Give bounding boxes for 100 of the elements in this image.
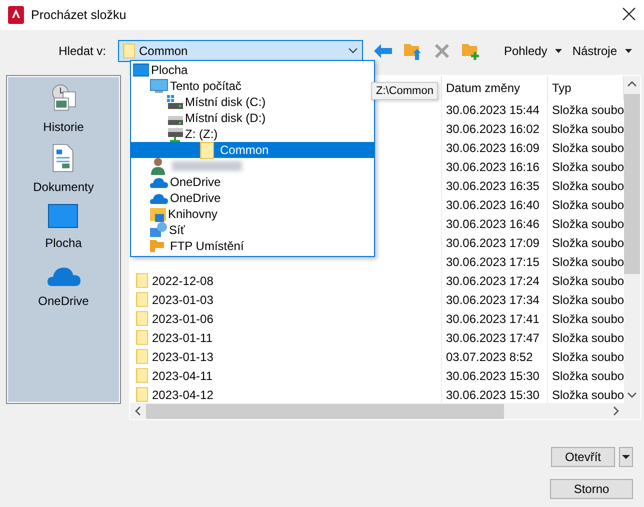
modified-date: 30.06.2023 15:44 — [442, 100, 548, 119]
cloud-icon — [47, 268, 80, 286]
open-options-button[interactable] — [619, 447, 633, 467]
file-type: Složka soubo — [551, 388, 624, 402]
document-icon — [53, 144, 74, 172]
file-type: Složka soubo — [551, 102, 624, 116]
library-icon — [150, 208, 166, 222]
tools-menu[interactable]: Nástroje — [572, 44, 632, 58]
place-label[interactable]: Plocha — [45, 236, 82, 250]
place-label[interactable]: OneDrive — [38, 294, 89, 308]
network-icon — [150, 222, 167, 237]
file-type: Složka soubo — [551, 350, 624, 364]
open-button[interactable]: Otevřít — [551, 447, 615, 467]
file-name[interactable]: 2023-01-11 — [152, 330, 212, 344]
folder-icon — [123, 44, 135, 58]
modified-date: 30.06.2023 16:09 — [442, 138, 548, 157]
folder-icon — [136, 349, 148, 364]
file-name[interactable]: 2023-01-13 — [152, 350, 214, 364]
location-item[interactable]: Síť — [131, 222, 374, 238]
file-name[interactable]: 2023-01-06 — [152, 312, 214, 326]
user-icon — [151, 158, 165, 175]
file-type: Složka soubo — [551, 140, 624, 154]
new-folder-icon[interactable] — [462, 44, 480, 60]
cloud-icon — [150, 178, 168, 188]
location-item[interactable]: Knihovny — [131, 206, 374, 222]
views-menu[interactable]: Pohledy — [504, 44, 562, 58]
modified-date: 30.06.2023 17:09 — [442, 233, 548, 252]
chevron-down-icon — [348, 48, 358, 54]
file-name[interactable]: 2023-04-12 — [152, 388, 214, 402]
location-item[interactable]: Common — [131, 142, 374, 158]
caret-icon — [622, 455, 630, 459]
monitor-icon — [150, 78, 168, 92]
folder-icon — [136, 311, 148, 326]
folder-icon — [136, 292, 148, 307]
history-icon — [52, 84, 76, 111]
folder-icon — [136, 273, 148, 288]
blurred-name — [172, 161, 242, 171]
cloud-icon — [150, 194, 168, 204]
file-type: Složka soubo — [551, 160, 624, 174]
modified-date: 30.06.2023 16:35 — [442, 176, 548, 195]
folder-icon — [200, 142, 214, 158]
file-type: Složka soubo — [551, 198, 624, 212]
path-tooltip: Z:\Common — [371, 82, 438, 100]
file-type: Složka soubo — [551, 274, 624, 288]
location-item[interactable]: FTP Umístění — [131, 238, 374, 254]
folder-icon — [136, 330, 148, 345]
app-logo-icon — [8, 6, 24, 24]
look-in-combo[interactable]: Common — [118, 40, 363, 62]
file-name[interactable]: 2022-12-08 — [152, 274, 214, 288]
window-title: Procházet složku — [31, 8, 126, 22]
look-in-label: Hledat v: — [58, 44, 107, 58]
modified-date: 30.06.2023 15:30 — [442, 366, 548, 385]
back-arrow-icon[interactable] — [374, 44, 392, 58]
scroll-up-icon[interactable] — [628, 81, 636, 86]
folder-up-icon[interactable] — [404, 44, 421, 60]
location-item[interactable]: Tento počítač — [131, 78, 374, 94]
file-type: Složka soubo — [551, 122, 624, 136]
place-label[interactable]: Historie — [43, 120, 84, 134]
folder-icon — [136, 387, 148, 402]
location-item[interactable]: Místní disk (D:) — [131, 110, 374, 126]
modified-date: 30.06.2023 17:34 — [442, 290, 548, 309]
scroll-right-icon[interactable] — [614, 406, 619, 416]
file-type: Složka soubo — [551, 236, 624, 250]
location-item[interactable]: OneDrive — [131, 190, 374, 206]
file-name[interactable]: 2023-04-11 — [152, 368, 212, 382]
modified-date: 30.06.2023 17:47 — [442, 328, 548, 347]
file-type: Složka soubo — [551, 216, 624, 230]
location-item[interactable]: OneDrive — [131, 174, 374, 190]
desktop-icon — [48, 204, 78, 228]
modified-date: 30.06.2023 16:40 — [442, 195, 548, 214]
modified-date: 30.06.2023 17:41 — [442, 309, 548, 328]
modified-date: 30.06.2023 17:24 — [442, 271, 548, 290]
modified-date: 30.06.2023 17:15 — [442, 252, 548, 271]
file-type: Složka soubo — [551, 292, 624, 306]
location-item[interactable]: Místní disk (C:) — [131, 94, 374, 110]
scroll-left-icon[interactable] — [135, 406, 140, 416]
drive-icon — [168, 116, 183, 124]
modified-date: 30.06.2023 16:02 — [442, 119, 548, 138]
windows-drive-icon — [167, 94, 183, 108]
network-drive-icon — [168, 128, 183, 142]
folder-icon — [136, 368, 148, 383]
cancel-button[interactable]: Storno — [550, 479, 633, 499]
modified-date: 30.06.2023 16:16 — [442, 157, 548, 176]
caret-icon — [555, 49, 562, 53]
file-name[interactable]: 2023-01-03 — [152, 292, 214, 306]
scroll-down-icon[interactable] — [628, 392, 636, 398]
file-type: Složka soubo — [551, 312, 624, 326]
scrollbar-thumb[interactable] — [146, 404, 504, 418]
scrollbar-thumb[interactable] — [624, 94, 640, 274]
file-type: Složka soubo — [551, 330, 624, 344]
caret-icon — [625, 49, 632, 53]
column-header[interactable]: Datum změny — [442, 76, 548, 100]
file-type: Složka soubo — [551, 368, 624, 382]
location-item[interactable]: Plocha — [131, 62, 374, 78]
modified-date: 03.07.2023 8:52 — [442, 347, 548, 366]
file-type: Složka soubo — [551, 254, 624, 268]
file-type: Složka soubo — [551, 178, 624, 192]
close-icon[interactable] — [622, 6, 636, 20]
location-item[interactable]: Z: (Z:) — [131, 126, 374, 142]
place-label[interactable]: Dokumenty — [33, 180, 94, 194]
